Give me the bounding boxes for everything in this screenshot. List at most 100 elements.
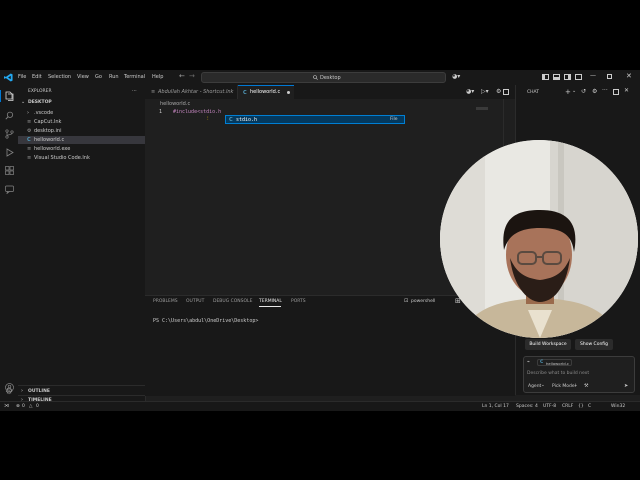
menu-selection[interactable]: Selection	[48, 74, 71, 80]
forward-arrow-icon[interactable]: →	[189, 72, 195, 80]
terminal-prompt[interactable]: PS C:\Users\abdul\OneDrive\Desktop>	[153, 318, 258, 324]
file-item-desktop-ini[interactable]: ⚙ desktop.ini	[18, 127, 145, 135]
remote-explorer-icon[interactable]	[5, 185, 14, 194]
chat-input-box[interactable]: ⌁ C helloworld.c Describe what to build …	[523, 356, 635, 393]
warning-count[interactable]: 0	[36, 404, 39, 409]
language-mode[interactable]: C	[588, 404, 591, 409]
history-icon[interactable]: ↺	[581, 88, 586, 95]
tab-shortcut[interactable]: ≡ Abdullah Akhtar - Shortcut.lnk	[145, 85, 238, 99]
menu-go[interactable]: Go	[95, 74, 102, 80]
tab-debug-console[interactable]: DEBUG CONSOLE	[213, 299, 252, 304]
run-file-icon[interactable]: ▷▾	[481, 88, 489, 95]
command-center-search[interactable]: Desktop	[201, 72, 446, 83]
tab-output[interactable]: OUTPUT	[186, 299, 204, 304]
chat-title: CHAT	[527, 90, 540, 95]
file-icon: ≡	[27, 155, 32, 161]
outline-section[interactable]: OUTLINE	[28, 389, 50, 394]
suggestion-widget[interactable]: C stdio.h File	[225, 115, 405, 124]
line-ending[interactable]: CRLF	[562, 404, 573, 409]
chevron-down-icon[interactable]: ⌄	[21, 99, 25, 105]
menu-edit[interactable]: Edit	[32, 74, 42, 80]
run-debug-icon[interactable]	[5, 148, 14, 157]
shell-name[interactable]: powershell	[411, 299, 435, 304]
toggle-panel-icon[interactable]	[553, 74, 560, 80]
menu-help[interactable]: Help	[152, 74, 163, 80]
maximize-panel-icon[interactable]	[613, 89, 619, 95]
file-item-vscode[interactable]: › .vscode	[18, 109, 145, 117]
menu-view[interactable]: View	[77, 74, 89, 80]
toggle-primary-sidebar-icon[interactable]	[542, 74, 549, 80]
encoding[interactable]: UTF-8	[543, 404, 556, 409]
source-control-icon[interactable]	[5, 129, 14, 139]
file-item-helloworld-exe[interactable]: ≡ helloworld.exe	[18, 145, 145, 153]
cursor-position[interactable]: Ln 1, Col 17	[482, 404, 509, 409]
search-view-icon[interactable]	[5, 111, 14, 120]
show-config-button[interactable]: Show Config	[575, 339, 613, 350]
mode-selector[interactable]: Agent	[528, 384, 541, 389]
tab-terminal[interactable]: TERMINAL	[259, 299, 282, 304]
lightbulb-icon[interactable]: ⁝	[207, 116, 209, 122]
extensions-icon[interactable]	[5, 166, 14, 175]
code-line[interactable]: #include<stdio.h	[173, 109, 221, 115]
split-editor-icon[interactable]	[503, 89, 509, 95]
workspace-folder-label[interactable]: DESKTOP	[28, 100, 52, 105]
breadcrumb[interactable]: helloworld.c	[160, 101, 190, 107]
bottom-panel: PROBLEMS OUTPUT DEBUG CONSOLE TERMINAL P…	[145, 295, 515, 396]
remote-icon[interactable]: ⋊	[4, 403, 9, 409]
customize-layout-icon[interactable]	[575, 74, 582, 80]
chevron-down-icon[interactable]: ⌄	[572, 88, 576, 94]
braces-icon[interactable]: {}	[578, 404, 584, 409]
new-chat-icon[interactable]: +	[565, 88, 571, 96]
menu-terminal[interactable]: Terminal	[124, 74, 145, 80]
file-name: helloworld.exe	[34, 146, 71, 152]
button-label: Build Workspace	[529, 342, 567, 347]
menu-file[interactable]: File	[18, 74, 26, 80]
chevron-right-icon[interactable]: ›	[21, 388, 23, 394]
copilot-icon[interactable]: ◕▾	[452, 73, 460, 80]
file-item-helloworld-c[interactable]: C helloworld.c	[18, 136, 145, 144]
error-count[interactable]: 0	[22, 404, 25, 409]
send-icon[interactable]: ➤	[624, 383, 628, 389]
minimize-icon[interactable]: —	[590, 72, 596, 79]
webcam-overlay	[440, 140, 638, 338]
more-icon[interactable]: ···	[602, 87, 608, 94]
toggle-secondary-sidebar-icon[interactable]	[564, 74, 571, 80]
timeline-divider	[18, 395, 145, 396]
tab-helloworld-c[interactable]: C helloworld.c	[238, 85, 294, 99]
maximize-icon[interactable]	[607, 74, 612, 79]
chat-input-placeholder[interactable]: Describe what to build next	[527, 371, 589, 376]
file-item-vscode-lnk[interactable]: ≡ Visual Studio Code.lnk	[18, 154, 145, 162]
gear-icon[interactable]: ⚙	[592, 88, 597, 95]
platform[interactable]: Win32	[611, 404, 625, 409]
explorer-title: EXPLORER	[28, 89, 52, 94]
chevron-down-icon: ⌄	[541, 383, 545, 388]
file-item-capcut[interactable]: ≡ CapCut.lnk	[18, 118, 145, 126]
search-icon	[313, 75, 318, 80]
build-workspace-button[interactable]: Build Workspace	[525, 339, 571, 350]
tab-label: Abdullah Akhtar - Shortcut.lnk	[158, 89, 234, 95]
close-icon[interactable]: ✕	[624, 87, 629, 94]
model-selector[interactable]: Pick Model	[552, 384, 576, 389]
explorer-more-icon[interactable]: ···	[132, 88, 137, 94]
manage-gear-icon[interactable]: ⚙	[4, 387, 14, 397]
suggestion-kind: File	[390, 117, 398, 122]
minimap-slider[interactable]	[476, 107, 488, 110]
unsaved-dot-icon[interactable]	[287, 91, 290, 94]
copilot-edit-icon[interactable]: ◕▾	[466, 88, 474, 95]
title-bar: File Edit Selection View Go Run Terminal…	[0, 70, 640, 86]
gear-icon[interactable]: ⚙	[496, 88, 501, 95]
back-arrow-icon[interactable]: ←	[179, 72, 185, 80]
close-icon[interactable]: ✕	[626, 72, 632, 80]
indentation[interactable]: Spaces: 4	[516, 404, 538, 409]
menu-run[interactable]: Run	[109, 74, 119, 80]
explorer-icon[interactable]	[5, 91, 14, 101]
tools-icon[interactable]: ⚒	[584, 383, 588, 389]
context-file-name: helloworld.c	[546, 361, 569, 366]
tab-ports[interactable]: PORTS	[291, 299, 306, 304]
context-chip[interactable]: C helloworld.c	[537, 359, 572, 366]
tab-problems[interactable]: PROBLEMS	[153, 299, 178, 304]
error-icon[interactable]: ⊗	[16, 404, 20, 409]
paperclip-icon[interactable]: ⌁	[527, 359, 530, 365]
warning-icon[interactable]: △	[29, 404, 32, 409]
file-icon: ≡	[151, 89, 156, 95]
